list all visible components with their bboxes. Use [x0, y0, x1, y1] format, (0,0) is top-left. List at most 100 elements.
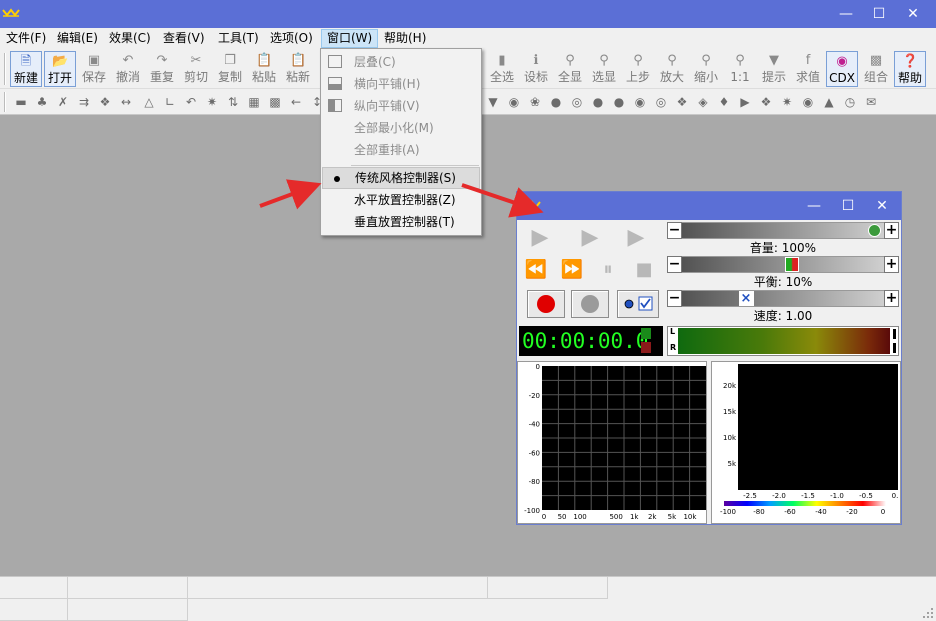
- effect-icon[interactable]: ●: [547, 93, 565, 111]
- effect-icon[interactable]: ❖: [96, 93, 114, 111]
- play-to-end-button[interactable]: ▶: [619, 225, 653, 251]
- effect-icon[interactable]: ◉: [799, 93, 817, 111]
- effect-icon[interactable]: ❖: [757, 93, 775, 111]
- rewind-button[interactable]: ⏪: [519, 257, 553, 283]
- balance-increase-button[interactable]: +: [884, 256, 899, 273]
- main-title-bar[interactable]: — ☐ ✕: [0, 0, 936, 28]
- effect-icon[interactable]: ●: [589, 93, 607, 111]
- volume-decrease-button[interactable]: −: [667, 222, 682, 239]
- controller-title-bar[interactable]: — ☐ ✕: [517, 192, 901, 220]
- menu-window[interactable]: 窗口(W): [321, 29, 379, 48]
- previous-zoom-button[interactable]: ⚲ 上步: [622, 51, 654, 87]
- menu-item-horizontal-controller[interactable]: 水平放置控制器(Z): [322, 189, 480, 211]
- effect-icon[interactable]: ✗: [54, 93, 72, 111]
- hint-button[interactable]: ▼ 提示: [758, 51, 790, 87]
- balance-decrease-button[interactable]: −: [667, 256, 682, 273]
- cdx-button[interactable]: ◉ CDX: [826, 51, 858, 87]
- effect-icon[interactable]: ✷: [778, 93, 796, 111]
- effect-icon[interactable]: ↔: [117, 93, 135, 111]
- volume-slider[interactable]: − +: [667, 222, 899, 239]
- effect-icon[interactable]: △: [140, 93, 158, 111]
- show-all-button[interactable]: ⚲ 全显: [554, 51, 586, 87]
- open-button[interactable]: 📂 打开: [44, 51, 76, 87]
- volume-increase-button[interactable]: +: [884, 222, 899, 239]
- effect-icon[interactable]: ●: [610, 93, 628, 111]
- record-stop-button[interactable]: [571, 290, 609, 318]
- undo-button[interactable]: ↶ 撤消: [112, 51, 144, 87]
- effect-icon[interactable]: ◷: [841, 93, 859, 111]
- balance-slider-thumb[interactable]: [785, 257, 800, 272]
- pause-button[interactable]: ⏸: [591, 257, 625, 283]
- controller-maximize-button[interactable]: ☐: [831, 192, 865, 220]
- fast-forward-button[interactable]: ⏩: [555, 257, 589, 283]
- help-button[interactable]: ❓ 帮助: [894, 51, 926, 87]
- effect-icon[interactable]: ✷: [203, 93, 221, 111]
- zoom-in-button[interactable]: ⚲ 放大: [656, 51, 688, 87]
- speed-slider-thumb[interactable]: ×: [738, 291, 754, 306]
- redo-button[interactable]: ↷ 重复: [146, 51, 178, 87]
- save-button[interactable]: ▣ 保存: [78, 51, 110, 87]
- menu-item-cascade[interactable]: 层叠(C): [322, 51, 480, 73]
- show-selection-button[interactable]: ⚲ 选显: [588, 51, 620, 87]
- effect-icon[interactable]: ◎: [652, 93, 670, 111]
- play-loop-button[interactable]: ▶: [573, 225, 607, 251]
- effect-icon[interactable]: ⇅: [224, 93, 242, 111]
- new-button[interactable]: 🗎 新建: [10, 51, 42, 87]
- effect-icon[interactable]: ✉: [862, 93, 880, 111]
- effect-icon[interactable]: ◉: [631, 93, 649, 111]
- effect-icon[interactable]: ▶: [736, 93, 754, 111]
- effect-icon[interactable]: ▩: [266, 93, 284, 111]
- effect-icon[interactable]: ♦: [715, 93, 733, 111]
- effect-icon[interactable]: ▲: [820, 93, 838, 111]
- effect-icon[interactable]: ↶: [182, 93, 200, 111]
- effect-icon[interactable]: ▦: [245, 93, 263, 111]
- menu-item-classic-controller[interactable]: 传统风格控制器(S): [322, 167, 480, 189]
- controller-minimize-button[interactable]: —: [797, 192, 831, 220]
- zoom-1-1-button[interactable]: ⚲ 1:1: [724, 51, 756, 87]
- menu-help[interactable]: 帮助(H): [379, 29, 431, 48]
- menu-view[interactable]: 查看(V): [158, 29, 210, 48]
- menu-effects[interactable]: 效果(C): [104, 29, 156, 48]
- copy-button[interactable]: ❐ 复制: [214, 51, 246, 87]
- controller-window[interactable]: — ☐ ✕ ▶ ▶ ▶ ⏪ ⏩ ⏸ ■ − + 音量: 100% − + 平衡:…: [516, 191, 902, 525]
- effect-icon[interactable]: ▬: [12, 93, 30, 111]
- effect-icon[interactable]: ♣: [33, 93, 51, 111]
- speed-decrease-button[interactable]: −: [667, 290, 682, 307]
- effect-icon[interactable]: ◎: [568, 93, 586, 111]
- speed-increase-button[interactable]: +: [884, 290, 899, 307]
- set-marker-button[interactable]: ℹ 设标: [520, 51, 552, 87]
- resize-grip-icon[interactable]: [922, 607, 934, 619]
- evaluate-button[interactable]: f 求值: [792, 51, 824, 87]
- effect-icon[interactable]: ❀: [526, 93, 544, 111]
- effect-icon[interactable]: ❖: [673, 93, 691, 111]
- cut-button[interactable]: ✂ 剪切: [180, 51, 212, 87]
- play-button[interactable]: ▶: [523, 225, 557, 251]
- effect-icon[interactable]: ◈: [694, 93, 712, 111]
- effect-icon[interactable]: ∟: [161, 93, 179, 111]
- menu-edit[interactable]: 编辑(E): [52, 29, 103, 48]
- minimize-button[interactable]: —: [831, 0, 861, 28]
- menu-options[interactable]: 选项(O): [265, 29, 318, 48]
- record-button[interactable]: [527, 290, 565, 318]
- close-button[interactable]: ✕: [898, 0, 928, 28]
- paste-button[interactable]: 📋 粘贴: [248, 51, 280, 87]
- balance-slider[interactable]: − +: [667, 256, 899, 273]
- menu-tools[interactable]: 工具(T): [213, 29, 264, 48]
- menu-item-vertical-controller[interactable]: 垂直放置控制器(T): [322, 211, 480, 233]
- monitor-toggle-button[interactable]: [617, 290, 659, 318]
- stop-button[interactable]: ■: [627, 257, 661, 283]
- volume-slider-thumb[interactable]: [868, 224, 881, 237]
- effect-icon[interactable]: ▼: [484, 93, 502, 111]
- maximize-button[interactable]: ☐: [864, 0, 894, 28]
- menu-item-tile-vertical[interactable]: 纵向平铺(V): [322, 95, 480, 117]
- effect-icon[interactable]: ◉: [505, 93, 523, 111]
- menu-item-tile-horizontal[interactable]: 横向平铺(H): [322, 73, 480, 95]
- effect-icon[interactable]: ⇉: [75, 93, 93, 111]
- effect-icon[interactable]: ←: [287, 93, 305, 111]
- menu-item-arrange-all[interactable]: 全部重排(A): [322, 139, 480, 161]
- select-all-button[interactable]: ▮ 全选: [486, 51, 518, 87]
- controller-close-button[interactable]: ✕: [865, 192, 899, 220]
- menu-item-minimize-all[interactable]: 全部最小化(M): [322, 117, 480, 139]
- menu-file[interactable]: 文件(F): [1, 29, 51, 48]
- combine-button[interactable]: ▩ 组合: [860, 51, 892, 87]
